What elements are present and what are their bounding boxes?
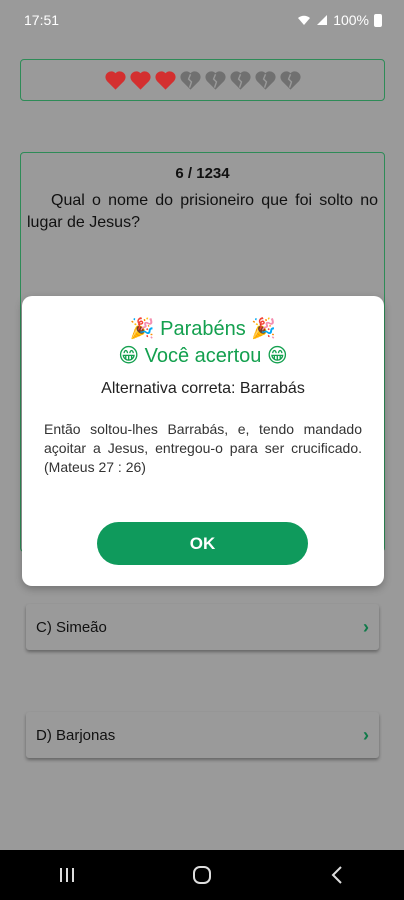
answer-label: D) Barjonas [36,726,116,744]
back-icon [331,866,342,884]
ok-button[interactable]: OK [97,522,308,565]
answer-label: C) Simeão [36,618,107,636]
signal-icon [317,15,328,25]
recent-apps-icon [60,868,75,882]
question-counter: 6 / 1234 [175,165,230,182]
wifi-icon [298,15,311,25]
system-nav-bar [0,850,404,900]
heart-full-icon [129,71,151,90]
heart-broken-icon [254,71,276,90]
heart-broken-icon [204,71,226,90]
battery-percent: 100% [333,12,369,28]
chevron-right-icon: › [363,616,369,637]
heart-broken-icon [229,71,251,90]
correct-answer-text: Alternativa correta: Barrabás [101,380,305,397]
question-text: Qual o nome do prisioneiro que foi solto… [27,192,378,231]
status-bar: 17:51 100% [0,0,404,36]
answer-option-d[interactable]: D) Barjonas › [26,712,379,758]
status-time: 17:51 [24,12,60,28]
bible-verse-text: Então soltou-lhes Barrabás, e, tendo man… [44,421,362,475]
heart-broken-icon [279,71,301,90]
heart-full-icon [154,71,176,90]
status-icons: 100% [297,12,382,28]
chevron-right-icon: › [363,724,369,745]
result-dialog: 🎉 Parabéns 🎉 😁 Você acertou 😁 Alternativ… [22,296,384,586]
home-icon [192,866,211,884]
back-button[interactable] [307,855,367,895]
answer-option-c[interactable]: C) Simeão › [26,604,379,650]
home-button[interactable] [172,855,232,895]
lives-indicator [20,59,385,101]
dialog-title-congrats: 🎉 Parabéns 🎉 [129,318,277,340]
recent-apps-button[interactable] [37,855,97,895]
heart-broken-icon [179,71,201,90]
heart-full-icon [104,71,126,90]
battery-icon [374,13,382,27]
dialog-title-correct: 😁 Você acertou 😁 [118,345,288,367]
